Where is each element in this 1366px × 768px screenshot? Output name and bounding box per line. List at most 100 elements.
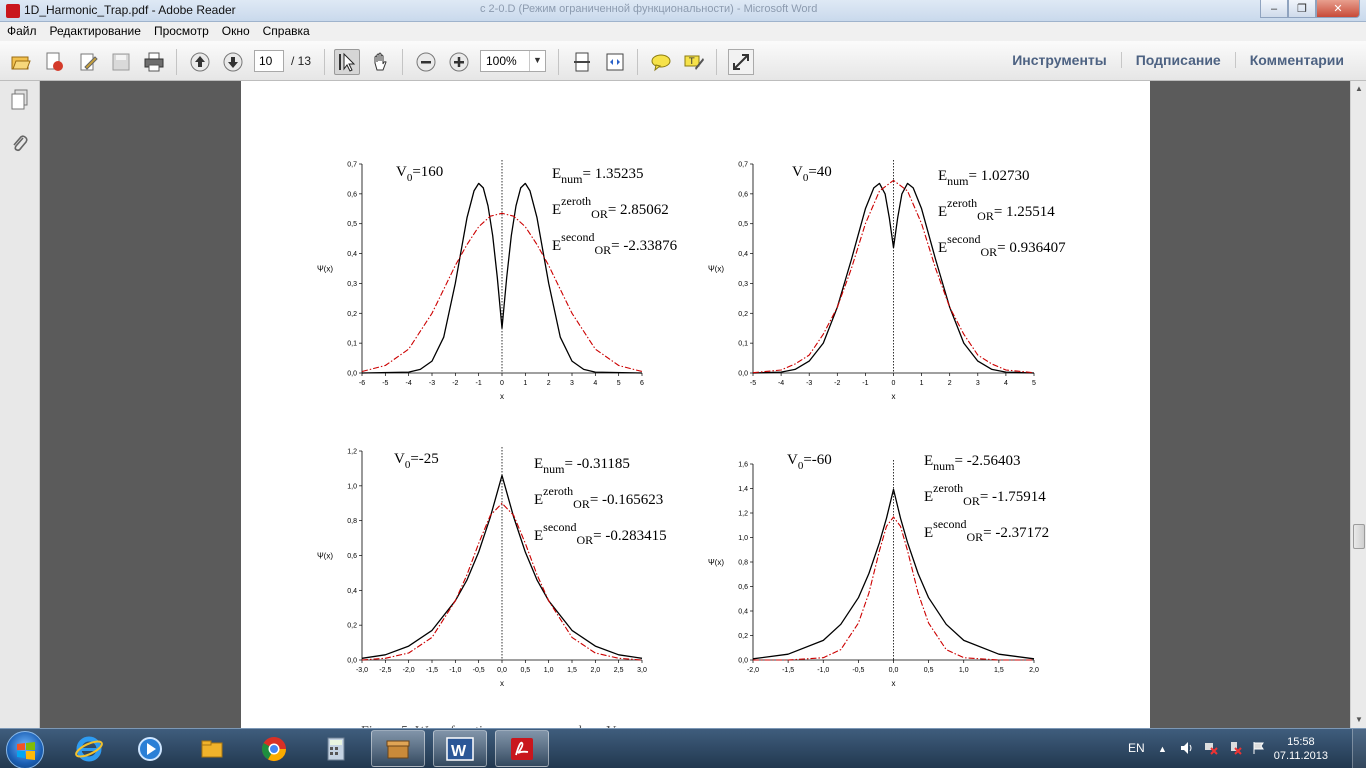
minimize-button[interactable]: – — [1260, 0, 1288, 18]
y-tick-label: 0,7 — [347, 162, 357, 169]
save-icon[interactable] — [108, 49, 134, 75]
attachments-icon[interactable] — [8, 131, 32, 157]
open-folder-icon[interactable] — [8, 49, 34, 75]
hand-tool-icon[interactable] — [367, 49, 393, 75]
energy-annotation: EzerothOR= 1.25514 — [938, 196, 1055, 223]
energy-annotation: Enum= -2.56403 — [924, 453, 1020, 473]
x-tick-label: 1 — [523, 380, 527, 387]
x-tick-label: 2,0 — [590, 667, 600, 674]
x-tick-label: 1 — [920, 380, 924, 387]
usb-icon[interactable] — [1228, 741, 1242, 758]
figure-panels: -6 -5 -4 -3 -2 -1 0 1 2 3 4 5 6 0,0 0,1 0,2 0,3 0,4 0,5 0,6… — [317, 160, 1066, 728]
x-tick-label: 0 — [500, 380, 504, 387]
archiver-icon[interactable] — [371, 730, 425, 767]
y-tick-label: 0,0 — [738, 371, 748, 378]
x-tick-label: 4 — [1004, 380, 1008, 387]
comment-icon[interactable] — [648, 49, 674, 75]
fit-page-icon[interactable] — [569, 49, 595, 75]
page-total: / 13 — [291, 54, 312, 68]
x-tick-label: -1,5 — [426, 667, 438, 674]
zoom-out-icon[interactable] — [413, 49, 439, 75]
menu-file[interactable]: Файл — [7, 22, 44, 41]
y-axis-label: Ψ(x) — [317, 265, 333, 274]
scroll-thumb[interactable] — [1353, 524, 1365, 549]
tools-link[interactable]: Инструменты — [998, 52, 1121, 68]
next-page-icon[interactable] — [220, 49, 246, 75]
potential-label: V0=40 — [792, 164, 832, 184]
close-button[interactable]: ✕ — [1316, 0, 1360, 18]
x-tick-label: -6 — [359, 380, 365, 387]
fit-width-icon[interactable] — [602, 49, 628, 75]
tray-expand-icon[interactable]: ▲ — [1158, 744, 1167, 754]
maximize-button[interactable]: ❐ — [1288, 0, 1316, 18]
zoom-select[interactable]: 100% ▼ — [480, 50, 546, 72]
expand-icon[interactable] — [728, 49, 754, 75]
potential-label: V0=160 — [396, 164, 443, 184]
menu-view[interactable]: Просмотр — [154, 22, 216, 41]
y-tick-label: 0,4 — [738, 251, 748, 258]
y-tick-label: 0,1 — [738, 341, 748, 348]
y-tick-label: 1,6 — [738, 462, 748, 469]
windows-logo-icon — [17, 742, 35, 760]
x-tick-label: -2,0 — [403, 667, 415, 674]
energy-annotation: EzerothOR= -0.165623 — [534, 484, 663, 511]
print-icon[interactable] — [141, 49, 167, 75]
show-desktop-button[interactable] — [1352, 729, 1366, 768]
scroll-down-icon[interactable]: ▼ — [1351, 712, 1366, 728]
word-icon[interactable]: W — [433, 730, 487, 767]
vertical-scrollbar[interactable]: ▲ ▼ — [1350, 81, 1366, 728]
y-tick-label: 0,3 — [738, 281, 748, 288]
zoom-in-icon[interactable] — [446, 49, 472, 75]
y-axis-label: Ψ(x) — [708, 558, 724, 567]
document-view[interactable]: -6 -5 -4 -3 -2 -1 0 1 2 3 4 5 6 0,0 0,1 0,2 0,3 0,4 0,5 0,6… — [41, 81, 1350, 728]
explorer-folder-icon[interactable] — [185, 730, 239, 767]
x-tick-label: -1,5 — [782, 667, 794, 674]
calculator-icon[interactable] — [309, 730, 363, 767]
select-cursor-icon[interactable] — [334, 49, 360, 75]
language-indicator[interactable]: EN — [1128, 741, 1145, 755]
chevron-down-icon[interactable]: ▼ — [529, 51, 545, 71]
network-icon[interactable] — [1204, 741, 1218, 758]
x-tick-label: 2 — [547, 380, 551, 387]
y-tick-label: 0,8 — [347, 518, 357, 525]
energy-annotation: Enum= 1.35235 — [552, 166, 643, 186]
start-button[interactable] — [6, 731, 44, 768]
highlight-icon[interactable]: T — [681, 49, 707, 75]
media-player-icon[interactable] — [123, 730, 177, 767]
page-number-input[interactable]: 10 — [254, 50, 284, 72]
y-tick-label: 1,2 — [347, 449, 357, 456]
y-tick-label: 1,0 — [738, 535, 748, 542]
menu-help[interactable]: Справка — [263, 22, 317, 41]
clock-time: 15:58 — [1287, 736, 1315, 748]
x-axis-label: x — [500, 679, 504, 688]
energy-annotation: EsecondOR= -2.37172 — [924, 517, 1049, 544]
create-pdf-icon[interactable] — [41, 49, 67, 75]
taskbar: W EN ▲ 15:58 07.11.2013 — [0, 728, 1366, 768]
menu-edit[interactable]: Редактирование — [50, 22, 148, 41]
edit-document-icon[interactable] — [75, 49, 101, 75]
y-tick-label: 0,4 — [738, 609, 748, 616]
scroll-up-icon[interactable]: ▲ — [1351, 81, 1366, 97]
x-tick-label: -4 — [406, 380, 412, 387]
clock[interactable]: 15:58 07.11.2013 — [1274, 735, 1328, 763]
x-tick-label: 3,0 — [637, 667, 647, 674]
svg-text:W: W — [451, 743, 467, 760]
chrome-icon[interactable] — [247, 730, 301, 767]
energy-annotation: EsecondOR= 0.936407 — [938, 232, 1066, 259]
internet-explorer-icon[interactable] — [62, 730, 116, 767]
y-tick-label: 0,4 — [347, 251, 357, 258]
volume-icon[interactable] — [1180, 741, 1194, 758]
x-tick-label: -1,0 — [817, 667, 829, 674]
x-tick-label: 6 — [640, 380, 644, 387]
previous-page-icon[interactable] — [187, 49, 213, 75]
page-thumbnails-icon[interactable] — [8, 87, 32, 113]
adobe-reader-taskbar-icon[interactable] — [495, 730, 549, 767]
comments-link[interactable]: Комментарии — [1234, 52, 1358, 68]
y-axis-label: Ψ(x) — [317, 552, 333, 561]
x-tick-label: -2,5 — [379, 667, 391, 674]
menu-window[interactable]: Окно — [222, 22, 257, 41]
flag-icon[interactable] — [1252, 741, 1266, 758]
clock-date: 07.11.2013 — [1273, 750, 1328, 762]
navigation-panel — [0, 81, 40, 728]
sign-link[interactable]: Подписание — [1120, 52, 1235, 68]
